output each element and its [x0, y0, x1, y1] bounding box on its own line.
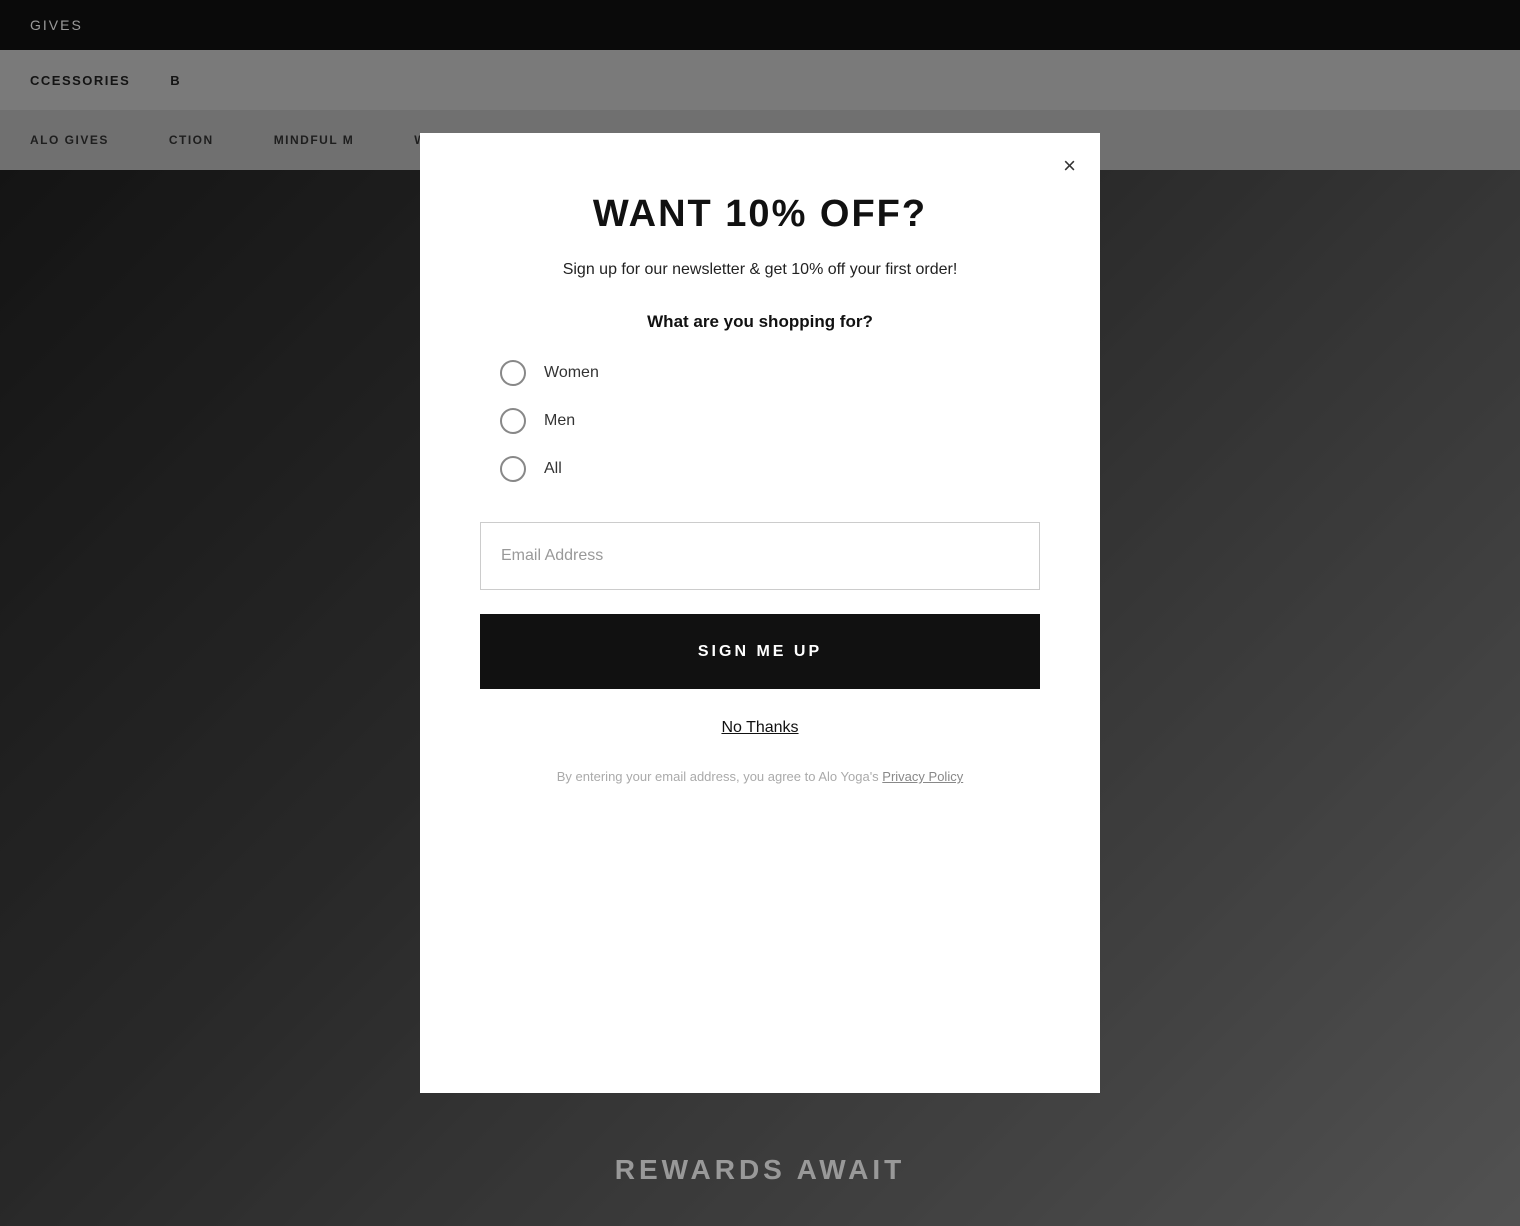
radio-label-all: All: [544, 460, 562, 478]
sign-up-button[interactable]: SIGN ME UP: [480, 614, 1040, 689]
no-thanks-button[interactable]: No Thanks: [721, 719, 798, 737]
radio-item-all[interactable]: All: [500, 456, 1040, 482]
radio-label-men: Men: [544, 412, 575, 430]
radio-circle-men: [500, 408, 526, 434]
privacy-text: By entering your email address, you agre…: [557, 767, 963, 787]
privacy-policy-link[interactable]: Privacy Policy: [882, 769, 963, 784]
email-input[interactable]: [480, 522, 1040, 590]
radio-circle-women: [500, 360, 526, 386]
radio-group: Women Men All: [480, 360, 1040, 482]
privacy-pre-text: By entering your email address, you agre…: [557, 769, 883, 784]
radio-label-women: Women: [544, 364, 599, 382]
radio-circle-all: [500, 456, 526, 482]
close-button[interactable]: ×: [1059, 151, 1080, 181]
modal-subtitle: Sign up for our newsletter & get 10% off…: [563, 258, 958, 282]
modal-question: What are you shopping for?: [647, 312, 873, 332]
modal-title: WANT 10% OFF?: [593, 193, 927, 236]
modal-dialog: × WANT 10% OFF? Sign up for our newslett…: [420, 133, 1100, 1093]
radio-item-men[interactable]: Men: [500, 408, 1040, 434]
radio-item-women[interactable]: Women: [500, 360, 1040, 386]
